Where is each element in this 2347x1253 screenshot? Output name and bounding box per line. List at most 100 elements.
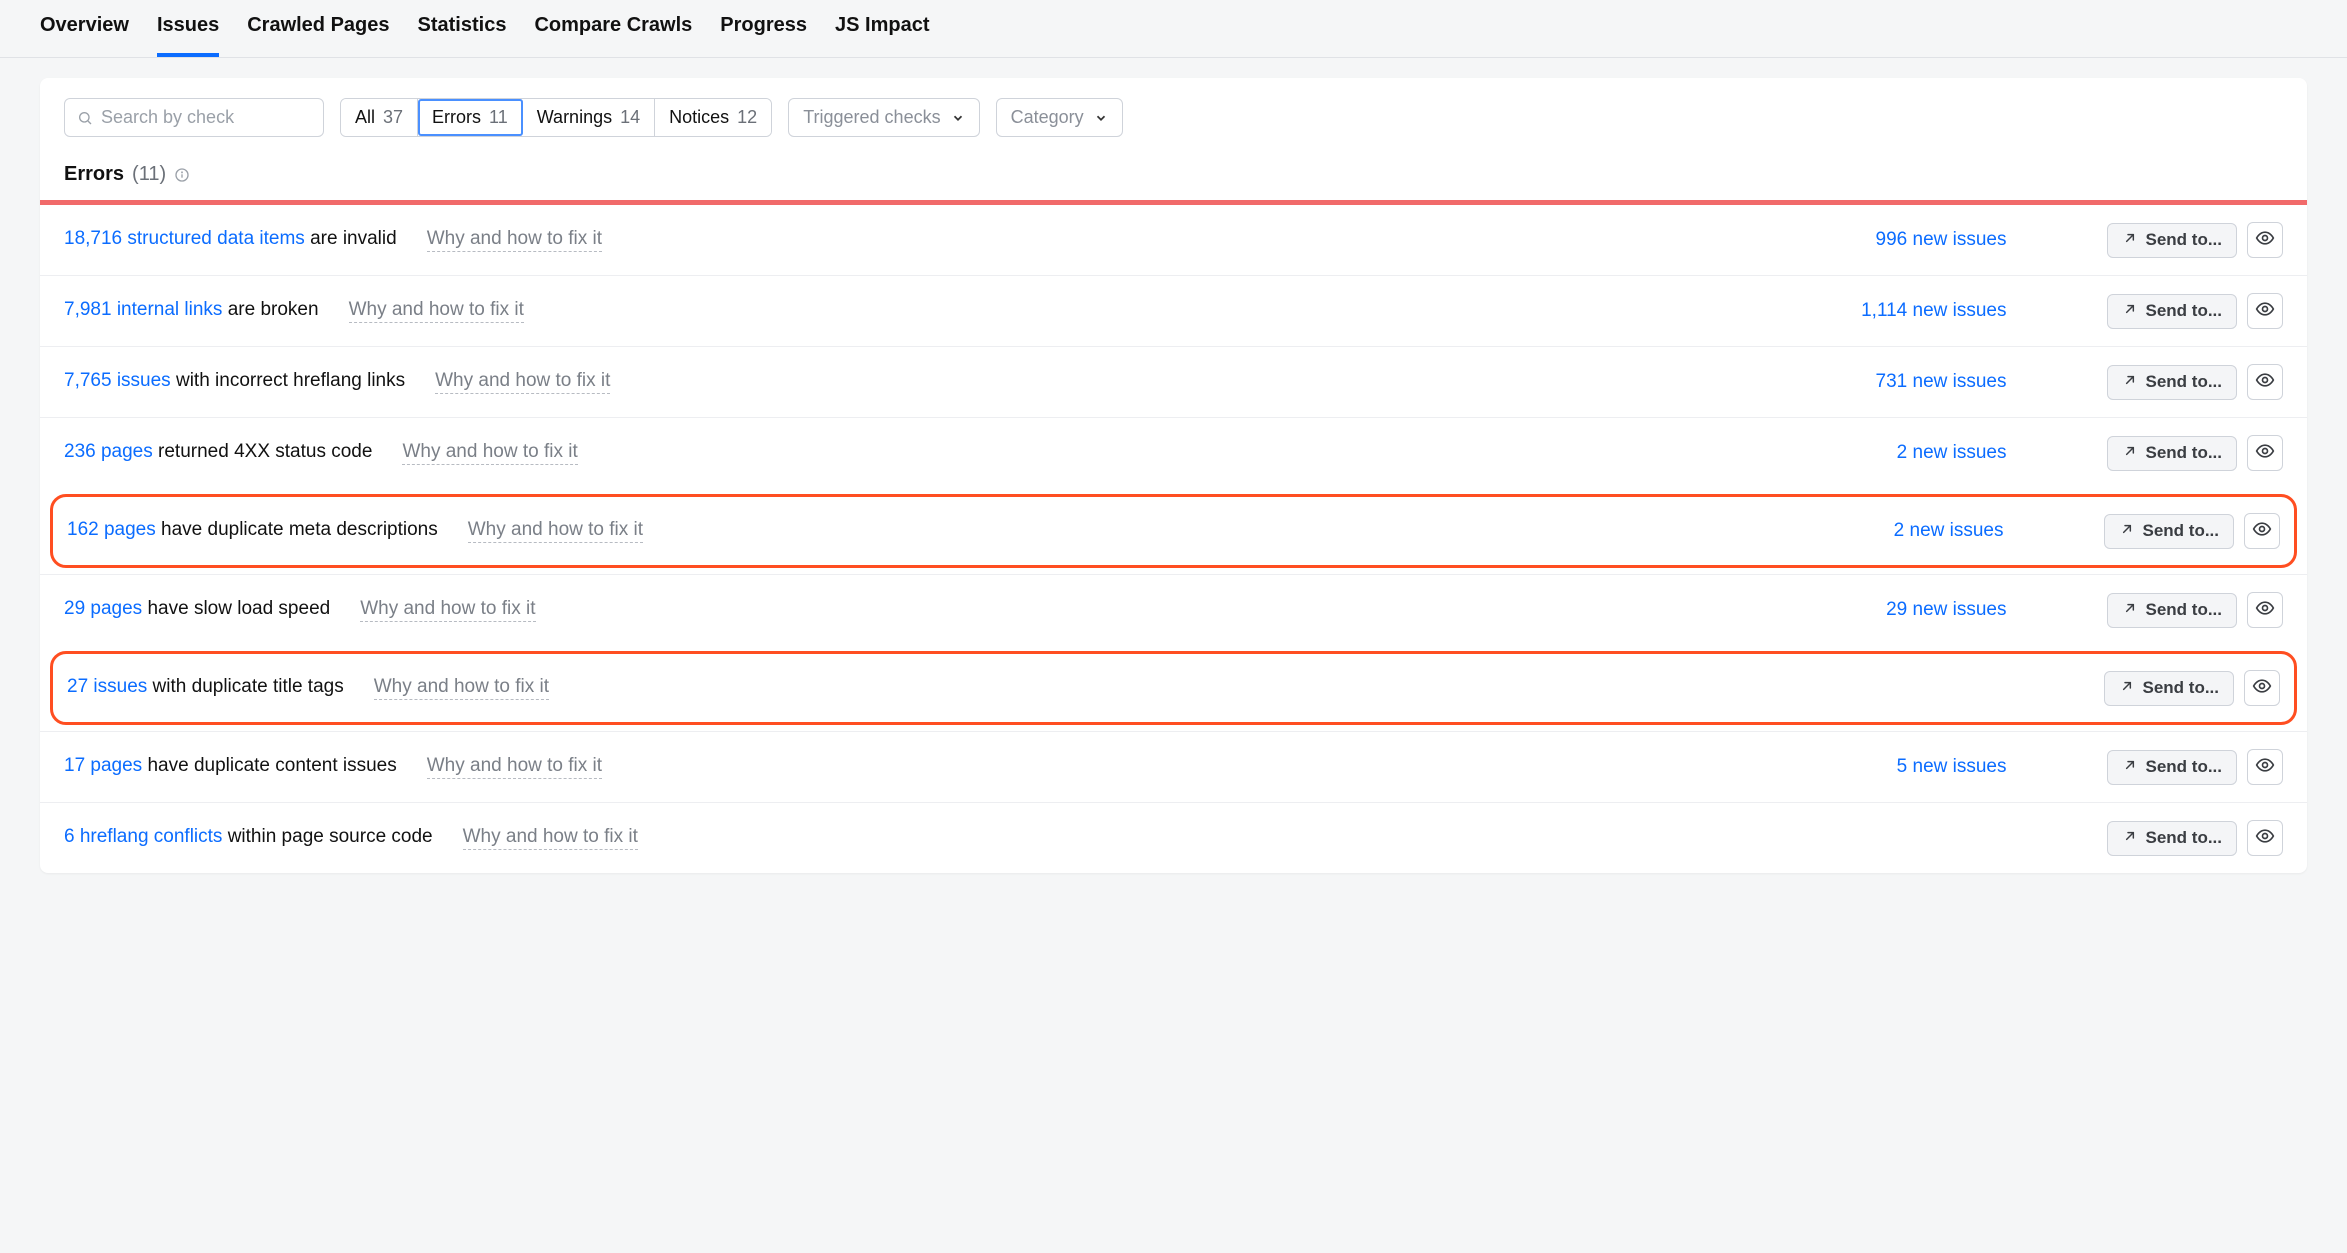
why-how-fix-link[interactable]: Why and how to fix it xyxy=(427,755,602,779)
new-issues-link[interactable]: 1,114 new issues xyxy=(1827,300,2007,322)
info-icon[interactable] xyxy=(174,167,190,183)
issue-link[interactable]: 6 hreflang conflicts xyxy=(64,826,222,847)
dropdown-label: Category xyxy=(1011,107,1084,128)
send-to-label: Send to... xyxy=(2146,757,2223,777)
arrow-icon xyxy=(2122,230,2138,251)
new-issues-link[interactable]: 996 new issues xyxy=(1827,229,2007,251)
issue-text: 29 pages have slow load speed xyxy=(64,598,330,620)
issue-link[interactable]: 27 issues xyxy=(67,676,147,697)
issue-link[interactable]: 236 pages xyxy=(64,441,153,462)
new-issues-link[interactable]: 731 new issues xyxy=(1827,371,2007,393)
send-to-label: Send to... xyxy=(2143,678,2220,698)
send-to-button[interactable]: Send to... xyxy=(2107,223,2238,258)
triggered-checks-dropdown[interactable]: Triggered checks xyxy=(788,98,979,137)
why-how-fix-link[interactable]: Why and how to fix it xyxy=(374,676,549,700)
section-title: Errors (11) xyxy=(40,153,2307,200)
why-how-fix-link[interactable]: Why and how to fix it xyxy=(427,228,602,252)
new-issues-link[interactable]: 2 new issues xyxy=(1827,442,2007,464)
issues-panel: All37Errors11Warnings14Notices12 Trigger… xyxy=(40,78,2307,873)
segment-errors[interactable]: Errors11 xyxy=(418,99,523,136)
row-actions: Send to... xyxy=(2104,513,2281,549)
issue-text: 27 issues with duplicate title tags xyxy=(67,676,344,698)
why-how-fix-link[interactable]: Why and how to fix it xyxy=(463,826,638,850)
filter-segments: All37Errors11Warnings14Notices12 xyxy=(340,98,772,137)
issue-link[interactable]: 29 pages xyxy=(64,598,142,619)
send-to-button[interactable]: Send to... xyxy=(2107,593,2238,628)
issue-rest: with duplicate title tags xyxy=(147,676,343,697)
issue-description: 17 pages have duplicate content issues Wh… xyxy=(64,755,1807,779)
tab-compare-crawls[interactable]: Compare Crawls xyxy=(534,14,692,57)
issue-link[interactable]: 17 pages xyxy=(64,755,142,776)
tab-statistics[interactable]: Statistics xyxy=(418,14,507,57)
issue-link[interactable]: 18,716 structured data items xyxy=(64,228,305,249)
preview-button[interactable] xyxy=(2244,670,2280,706)
search-icon xyxy=(77,110,93,126)
issue-row: 18,716 structured data items are invalid… xyxy=(40,205,2307,275)
segment-all[interactable]: All37 xyxy=(341,99,418,136)
issue-rest: within page source code xyxy=(222,826,432,847)
preview-button[interactable] xyxy=(2244,513,2280,549)
eye-icon xyxy=(2255,299,2275,324)
tab-label: Progress xyxy=(720,14,807,36)
segment-count: 14 xyxy=(620,107,640,128)
tab-label: Overview xyxy=(40,14,129,36)
send-to-button[interactable]: Send to... xyxy=(2107,365,2238,400)
issue-row: 7,981 internal links are broken Why and h… xyxy=(40,275,2307,346)
eye-icon xyxy=(2255,441,2275,466)
preview-button[interactable] xyxy=(2247,592,2283,628)
issue-link[interactable]: 7,765 issues xyxy=(64,370,171,391)
why-how-fix-link[interactable]: Why and how to fix it xyxy=(349,299,524,323)
send-to-label: Send to... xyxy=(2146,443,2223,463)
search-wrap[interactable] xyxy=(64,98,324,137)
tab-label: Issues xyxy=(157,14,219,36)
why-how-fix-link[interactable]: Why and how to fix it xyxy=(402,441,577,465)
send-to-label: Send to... xyxy=(2146,301,2223,321)
issue-description: 7,981 internal links are broken Why and h… xyxy=(64,299,1807,323)
preview-button[interactable] xyxy=(2247,293,2283,329)
section-title-label: Errors xyxy=(64,163,124,186)
issue-row: 162 pages have duplicate meta descriptio… xyxy=(50,494,2297,568)
send-to-button[interactable]: Send to... xyxy=(2104,514,2235,549)
issue-rest: are broken xyxy=(222,299,318,320)
tab-issues[interactable]: Issues xyxy=(157,14,219,57)
issue-rest: have slow load speed xyxy=(142,598,330,619)
issue-link[interactable]: 162 pages xyxy=(67,519,156,540)
tab-label: Statistics xyxy=(418,14,507,36)
why-how-fix-link[interactable]: Why and how to fix it xyxy=(468,519,643,543)
tab-js-impact[interactable]: JS Impact xyxy=(835,14,929,57)
send-to-button[interactable]: Send to... xyxy=(2104,671,2235,706)
send-to-button[interactable]: Send to... xyxy=(2107,294,2238,329)
send-to-label: Send to... xyxy=(2146,372,2223,392)
segment-notices[interactable]: Notices12 xyxy=(655,99,771,136)
why-how-fix-link[interactable]: Why and how to fix it xyxy=(360,598,535,622)
new-issues-link[interactable]: 29 new issues xyxy=(1827,599,2007,621)
segment-label: Errors xyxy=(432,107,481,128)
send-to-label: Send to... xyxy=(2146,828,2223,848)
why-how-fix-link[interactable]: Why and how to fix it xyxy=(435,370,610,394)
arrow-icon xyxy=(2122,372,2138,393)
new-issues-link[interactable]: 5 new issues xyxy=(1827,756,2007,778)
tab-crawled-pages[interactable]: Crawled Pages xyxy=(247,14,389,57)
send-to-button[interactable]: Send to... xyxy=(2107,821,2238,856)
tab-overview[interactable]: Overview xyxy=(40,14,129,57)
issue-rest: have duplicate content issues xyxy=(142,755,397,776)
preview-button[interactable] xyxy=(2247,364,2283,400)
issue-link[interactable]: 7,981 internal links xyxy=(64,299,222,320)
arrow-icon xyxy=(2122,600,2138,621)
category-dropdown[interactable]: Category xyxy=(996,98,1123,137)
new-issues-link[interactable]: 2 new issues xyxy=(1824,520,2004,542)
preview-button[interactable] xyxy=(2247,820,2283,856)
search-input[interactable] xyxy=(101,107,311,128)
segment-warnings[interactable]: Warnings14 xyxy=(523,99,655,136)
dropdown-label: Triggered checks xyxy=(803,107,940,128)
preview-button[interactable] xyxy=(2247,222,2283,258)
row-actions: Send to... xyxy=(2107,435,2284,471)
send-to-label: Send to... xyxy=(2143,521,2220,541)
send-to-button[interactable]: Send to... xyxy=(2107,436,2238,471)
preview-button[interactable] xyxy=(2247,435,2283,471)
issue-description: 162 pages have duplicate meta descriptio… xyxy=(67,519,1804,543)
issue-row: 17 pages have duplicate content issues Wh… xyxy=(40,731,2307,802)
tab-progress[interactable]: Progress xyxy=(720,14,807,57)
send-to-button[interactable]: Send to... xyxy=(2107,750,2238,785)
preview-button[interactable] xyxy=(2247,749,2283,785)
